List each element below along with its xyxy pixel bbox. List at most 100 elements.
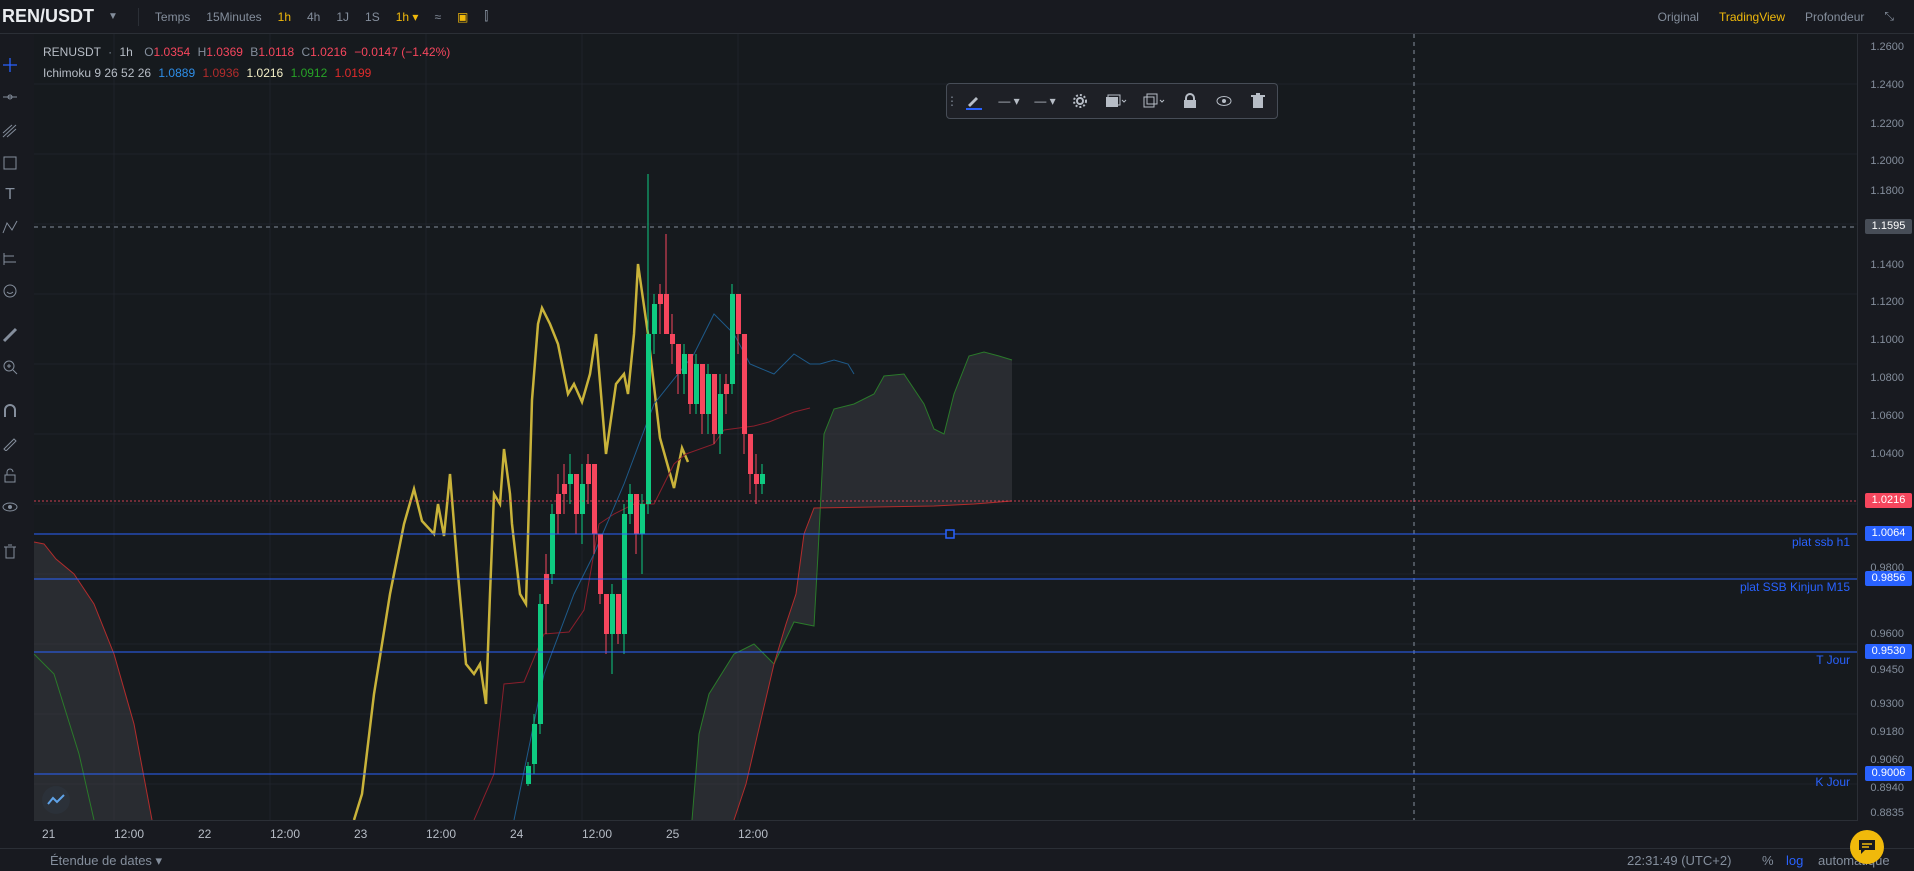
symbol-name[interactable]: REN/USDT	[2, 6, 94, 27]
candle-body	[562, 484, 567, 494]
candle-body	[628, 494, 633, 514]
legend-change: −0.0147 (−1.42%)	[354, 45, 451, 59]
legend-open: 1.0354	[153, 45, 191, 59]
line-label-k-jour[interactable]: K Jour	[1815, 775, 1850, 789]
legend-indicator[interactable]: Ichimoku 9 26 52 26	[43, 66, 151, 80]
tab-1s[interactable]: 1S	[365, 10, 380, 24]
line-width-dropdown[interactable]: — ▾	[991, 84, 1027, 118]
tab-temps[interactable]: Temps	[155, 10, 190, 24]
ruler-icon[interactable]	[0, 324, 20, 346]
top-toolbar: REN/USDT ▼ Temps 15Minutes 1h 4h 1J 1S 1…	[0, 0, 1914, 34]
view-tradingview[interactable]: TradingView	[1719, 10, 1785, 24]
divider	[137, 7, 139, 26]
candle-body	[730, 294, 735, 384]
delete-trash-icon[interactable]	[1241, 84, 1275, 118]
price-tick: 0.9300	[1870, 698, 1904, 710]
line-style-dropdown[interactable]: — ▾	[1027, 84, 1063, 118]
prediction-icon[interactable]	[0, 248, 20, 270]
rectangle-icon[interactable]	[0, 152, 20, 174]
save-layout-icon[interactable]: ▣	[457, 10, 468, 24]
candle-body	[646, 334, 651, 504]
line-price-badge: 0.9856	[1865, 571, 1912, 586]
tab-1j[interactable]: 1J	[336, 10, 349, 24]
tab-15minutes[interactable]: 15Minutes	[206, 10, 261, 24]
trend-line-icon[interactable]	[0, 86, 20, 108]
price-tick: 0.8835	[1870, 807, 1904, 819]
chart-canvas[interactable]	[33, 34, 1858, 821]
line-label-plat-ssb-h1[interactable]: plat ssb h1	[1792, 535, 1850, 549]
date-range-dropdown[interactable]: Étendue de dates ▾	[50, 853, 162, 869]
last-price-badge: 1.0216	[1865, 493, 1912, 508]
candle-body	[742, 334, 747, 434]
zoom-in-icon[interactable]	[0, 356, 20, 378]
date-range-label: Étendue de dates	[50, 853, 152, 868]
time-axis[interactable]: 21 12:00 22 12:00 23 12:00 24 12:00 25 1…	[34, 820, 1858, 849]
price-axis[interactable]: 1.2600 1.2400 1.2200 1.2000 1.1800 1.140…	[1857, 34, 1914, 820]
emoji-icon[interactable]	[0, 280, 20, 302]
legend-low: 1.0118	[258, 45, 295, 59]
view-depth[interactable]: Profondeur	[1805, 10, 1864, 24]
time-tick: 22	[198, 827, 212, 841]
time-tick: 12:00	[114, 827, 145, 841]
line-price-badge: 1.0064	[1865, 526, 1912, 541]
chart-type-icon[interactable]: ⫿	[484, 9, 488, 24]
time-tick: 12:00	[582, 827, 613, 841]
crosshair-icon[interactable]	[0, 54, 20, 76]
pattern-icon[interactable]	[0, 216, 20, 238]
line-color-icon[interactable]	[957, 84, 991, 118]
price-tick: 1.2200	[1870, 118, 1904, 130]
draw-mode-icon[interactable]	[0, 432, 20, 454]
hide-drawings-icon[interactable]	[0, 496, 20, 518]
price-tick: 1.0600	[1870, 410, 1904, 422]
legend-high: 1.0369	[206, 45, 243, 59]
price-tick: 1.1200	[1870, 296, 1904, 308]
interval-dropdown[interactable]: 1h ▾	[396, 10, 419, 24]
candle-body	[616, 594, 621, 634]
candle-body	[568, 474, 573, 484]
tab-4h[interactable]: 4h	[307, 10, 320, 24]
trash-icon[interactable]	[0, 540, 20, 562]
clock[interactable]: 22:31:49 (UTC+2)	[1627, 853, 1731, 868]
price-tick: 1.2400	[1870, 79, 1904, 91]
candle-body	[550, 514, 555, 574]
candle-body	[754, 474, 759, 484]
view-original[interactable]: Original	[1658, 10, 1699, 24]
legend-open-key: O	[144, 45, 154, 59]
settings-gear-icon[interactable]	[1063, 84, 1097, 118]
percent-toggle[interactable]: %	[1762, 853, 1774, 868]
chart-logo-icon[interactable]	[42, 786, 70, 814]
chat-icon[interactable]	[1850, 830, 1884, 864]
fib-icon[interactable]	[0, 120, 20, 142]
magnet-icon[interactable]	[0, 400, 20, 422]
collapse-icon[interactable]: ⤡	[1884, 9, 1894, 24]
candle-body	[634, 494, 639, 534]
symbol-dropdown-icon[interactable]: ▼	[108, 11, 118, 22]
price-tick: 0.9180	[1870, 726, 1904, 738]
chart-svg	[33, 34, 1858, 821]
line-label-plat-ssb-kinjun[interactable]: plat SSB Kinjun M15	[1740, 580, 1850, 594]
candle-body	[658, 294, 663, 304]
indicators-icon[interactable]: ≈	[434, 10, 441, 24]
chart-legend: RENUSDT · 1h O1.0354 H1.0369 B1.0118 C1.…	[43, 45, 451, 80]
candle-body	[724, 384, 729, 394]
tab-1h[interactable]: 1h	[278, 10, 291, 24]
candle-body	[706, 374, 711, 414]
text-icon[interactable]: T	[0, 184, 20, 206]
price-tick: 1.1800	[1870, 185, 1904, 197]
candle-body	[712, 374, 717, 434]
price-tick: 1.2000	[1870, 155, 1904, 167]
legend-close: 1.0216	[310, 45, 347, 59]
log-toggle[interactable]: log	[1786, 853, 1803, 868]
lock-drawings-icon[interactable]	[0, 464, 20, 486]
clone-dropdown[interactable]	[1135, 84, 1173, 118]
visibility-eye-icon[interactable]	[1207, 84, 1241, 118]
price-tick: 0.9060	[1870, 754, 1904, 766]
view-switch: Original TradingView Profondeur ⤡	[1658, 0, 1914, 33]
ind-value-4: 1.0912	[290, 66, 328, 80]
drag-handle-icon[interactable]: ⋮	[946, 84, 958, 118]
price-tick: 1.0800	[1870, 372, 1904, 384]
candle-body	[700, 364, 705, 414]
line-label-t-jour[interactable]: T Jour	[1816, 653, 1850, 667]
lock-icon[interactable]	[1173, 84, 1207, 118]
layer-order-dropdown[interactable]	[1097, 84, 1135, 118]
